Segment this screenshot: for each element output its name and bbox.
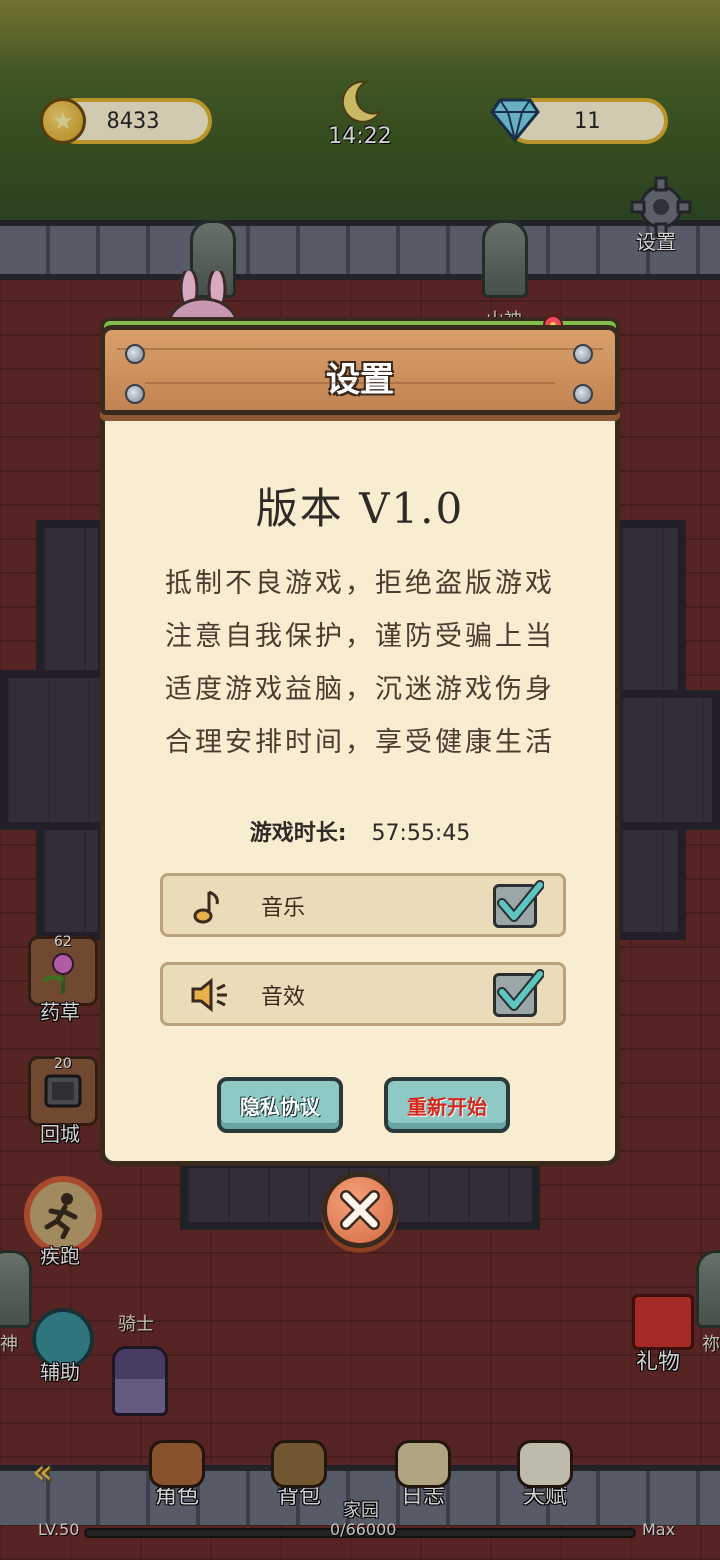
dialog-header: 设置 — [100, 325, 620, 415]
privacy-policy-button[interactable]: 隐私协议 — [217, 1077, 343, 1133]
notice-line: 注意自我保护，谨防受骗上当 — [165, 621, 555, 652]
check-icon — [497, 969, 544, 1011]
sound-label: 音效 — [261, 985, 306, 1010]
music-note-icon — [193, 890, 219, 924]
music-toggle-row[interactable]: 音乐 — [160, 873, 566, 937]
close-button[interactable] — [322, 1172, 398, 1248]
sound-checkbox[interactable] — [493, 969, 544, 1017]
sound-toggle-row[interactable]: 音效 — [160, 962, 566, 1026]
settings-dialog: 设置 版本 V1.0 抵制不良游戏，拒绝盗版游戏 注意自我保护，谨防受骗上当 适… — [100, 271, 620, 1166]
restart-button[interactable]: 重新开始 — [384, 1077, 510, 1133]
playtime: 游戏时长: 57:55:45 — [105, 815, 615, 847]
music-label: 音乐 — [261, 896, 306, 921]
notice-line: 抵制不良游戏，拒绝盗版游戏 — [165, 568, 555, 599]
notice-line: 合理安排时间，享受健康生活 — [165, 727, 555, 758]
version-text: 版本 V1.0 — [255, 484, 465, 533]
speaker-icon — [191, 977, 227, 1013]
check-icon — [497, 880, 544, 922]
dialog-title: 设置 — [326, 360, 394, 400]
notice-line: 适度游戏益脑，沉迷游戏伤身 — [165, 674, 555, 705]
close-icon — [340, 1190, 380, 1230]
health-notice: 抵制不良游戏，拒绝盗版游戏 注意自我保护，谨防受骗上当 适度游戏益脑，沉迷游戏伤… — [135, 557, 585, 769]
music-checkbox[interactable] — [493, 880, 544, 928]
playtime-label: 游戏时长: — [249, 821, 347, 846]
playtime-value: 57:55:45 — [371, 821, 471, 846]
